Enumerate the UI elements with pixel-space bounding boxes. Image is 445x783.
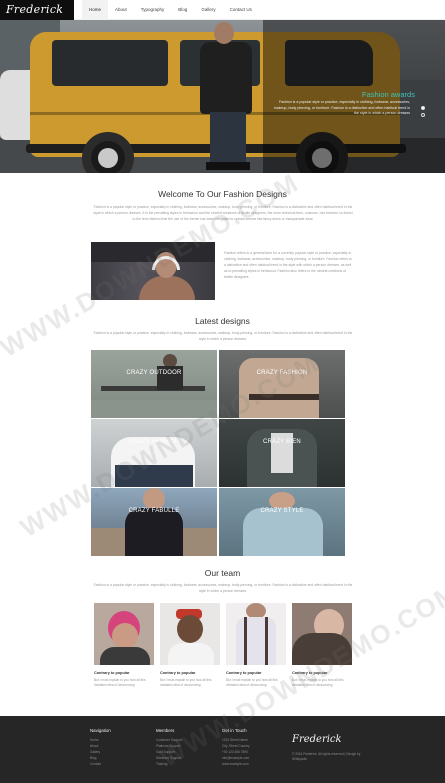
nav-gallery[interactable]: Gallery [194,0,222,20]
tile-label: CRAZY FABULLE [128,508,180,514]
member-bio: But I must explain to you how all this m… [94,678,146,687]
nav-about[interactable]: About [108,0,134,20]
footer: Navigation Home About Gallery Blog Conta… [0,716,445,783]
team-member: Contrary to popular But I must explain t… [226,603,286,688]
footer-heading: Get in Touch [222,728,247,733]
footer-link[interactable]: Training [156,761,182,767]
footer-members: Members Customer Support Platinum Suppor… [156,728,182,767]
logo[interactable]: Frederick [0,0,74,20]
logo-text[interactable]: Frederick [6,3,63,16]
gallery-tile[interactable]: CRAZY BIEN [219,419,345,487]
team-member: Contrary to popular But I must explain t… [94,603,154,688]
top-navbar: Frederick Home About Typography Blog Gal… [0,0,445,20]
avatar [292,603,352,665]
member-bio: But I must explain to you how all this m… [226,678,278,687]
avatar-face [177,615,203,643]
hero-caption-overlay [263,20,445,173]
avatar-shoulders [100,647,150,665]
hero-title: Fashion awards [362,90,415,99]
welcome-title: Welcome To Our Fashion Designs [158,189,287,199]
tile-label: CRAZY OUTDOOR [126,370,182,376]
member-bio: But I must explain to you how all this m… [160,678,212,687]
main-nav: Home About Typography Blog Gallery Conta… [82,0,259,20]
hero-model-shoes [206,162,250,170]
hero-slider: Fashion awards Fashion is a popular styl… [0,20,445,173]
avatar-shoulders [292,633,352,665]
nav-blog[interactable]: Blog [171,0,194,20]
tile-bench [101,386,205,391]
team-title: Our team [204,568,241,578]
gallery-tile[interactable]: CRAZY OUTDOOR [91,350,217,418]
tile-label: CRAZY STYLE [260,508,304,514]
latest-intro: Fashion is a popular style or practice, … [93,331,353,341]
nav-typography[interactable]: Typography [134,0,172,20]
nav-home[interactable]: Home [82,0,109,20]
member-name: Contrary to popular [292,671,328,675]
member-bio: But I must explain to you how all this m… [292,678,344,687]
footer-copyright: © 2016 Frederick. All rights reserved | … [292,752,361,761]
tile-ground [91,400,217,418]
member-name: Contrary to popular [226,671,262,675]
avatar-shoulders [168,643,214,665]
tile-belt [249,394,319,400]
avatar-face [112,623,138,649]
gallery-tile[interactable]: CRAZY FABULLE [91,488,217,556]
footer-contact-line[interactable]: www.example.com [222,761,250,767]
hero-model-head [214,22,234,44]
welcome-intro: Fashion is a popular style or practice, … [93,205,353,221]
tile-shirt [239,358,319,418]
slider-dot-2[interactable] [421,113,425,117]
footer-heading: Members [156,728,175,733]
tile-jeans [115,465,193,487]
footer-heading: Navigation [90,728,111,733]
gallery-tile[interactable]: CRAZY FASHION [219,350,345,418]
footer-navigation: Navigation Home About Gallery Blog Conta… [90,728,111,767]
feature-text: Fashion refers to a general term for a c… [224,251,352,279]
tile-label: CRAZY FASHION [256,370,308,376]
avatar-suspender [244,617,247,665]
footer-link[interactable]: Contact [90,761,111,767]
avatar-shirt [236,617,276,665]
tile-suit [125,508,183,556]
tile-shirt [243,508,323,556]
avatar-suspender [265,617,268,665]
member-name: Contrary to popular [94,671,130,675]
member-name: Contrary to popular [160,671,196,675]
team-member: Contrary to popular But I must explain t… [292,603,352,688]
gallery-tile[interactable]: CRAZY STYLE [219,488,345,556]
footer-logo[interactable]: Frederick [292,734,342,745]
avatar [226,603,286,665]
tile-label: CRAZY BIEN [263,439,301,445]
latest-title: Latest designs [195,316,250,326]
footer-contact: Get in Touch 1234 Street Name City, Stre… [222,728,250,767]
team-intro: Fashion is a popular style or practice, … [93,583,353,593]
team-member: Contrary to popular But I must explain t… [160,603,220,688]
nav-contact[interactable]: Contact Us [223,0,259,20]
avatar [160,603,220,665]
tile-label: CRAZY FASHION [128,439,180,445]
slider-pager [421,106,426,120]
tile-head [143,488,165,510]
hero-text: Fashion is a popular style or practice, … [273,100,410,115]
van-window [52,40,168,86]
design-gallery: CRAZY OUTDOOR CRAZY FASHION CRAZY FASHIO… [91,350,346,556]
avatar [94,603,154,665]
slider-dot-1[interactable] [421,106,425,110]
gallery-tile[interactable]: CRAZY FASHION [91,419,217,487]
hero-model [200,42,252,114]
featured-image [91,242,215,300]
